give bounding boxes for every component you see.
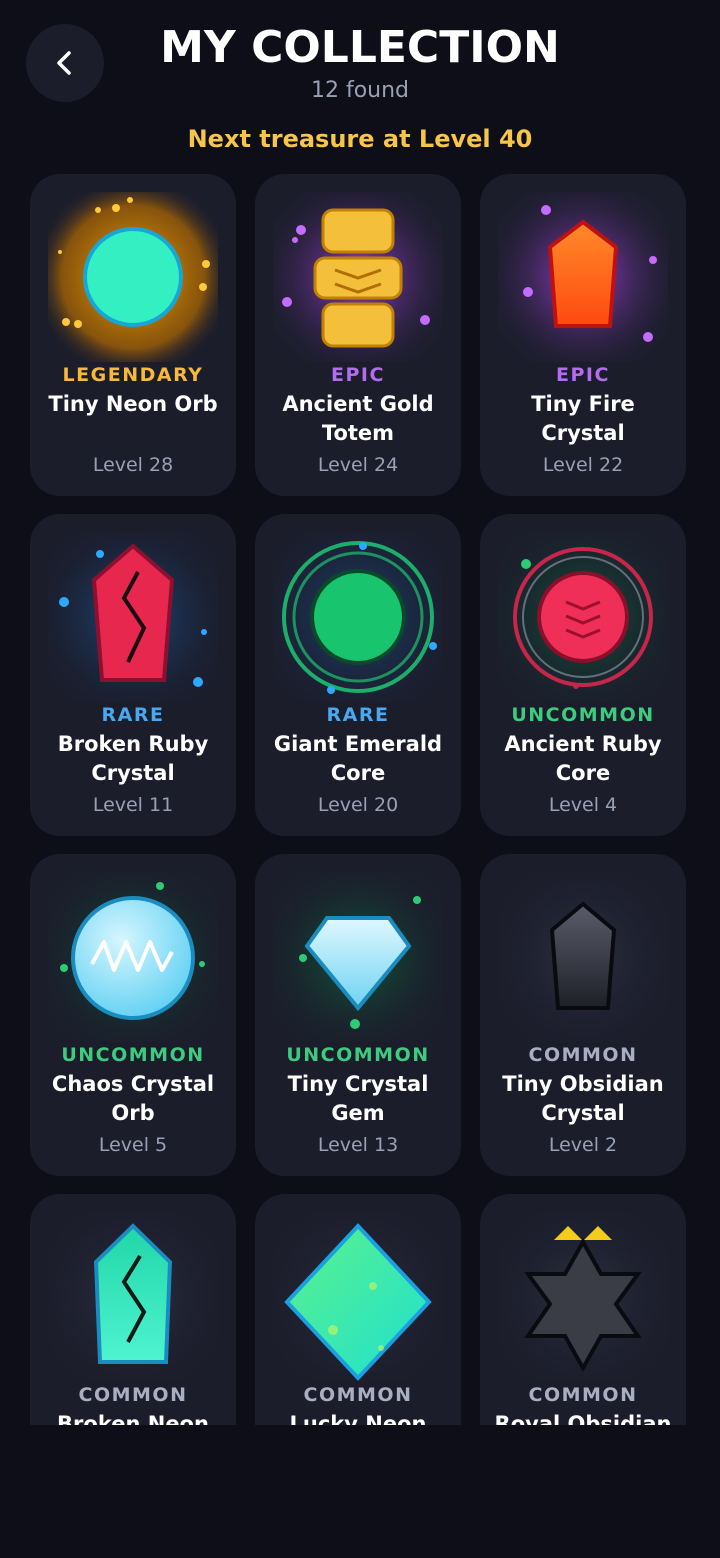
rarity-label: RARE <box>326 704 390 726</box>
item-name: Lucky Neon <box>289 1412 427 1425</box>
item-name: Chaos Crystal Orb <box>51 1072 215 1125</box>
item-level: Level 20 <box>317 794 399 816</box>
item-name: Ancient Ruby Core <box>504 732 662 785</box>
fire-crystal-icon <box>498 192 668 362</box>
item-name: Broken Neon <box>57 1412 209 1425</box>
item-name: Ancient Gold Totem <box>282 392 434 445</box>
crystal-orb-icon <box>48 872 218 1042</box>
collection-card[interactable]: RARE Giant Emerald Core Level 20 <box>255 514 461 836</box>
item-name: Royal Obsidian <box>494 1412 672 1425</box>
rarity-label: UNCOMMON <box>511 704 655 726</box>
rarity-label: EPIC <box>331 364 385 386</box>
item-level: Level 28 <box>92 454 174 476</box>
item-name: Broken Ruby Crystal <box>57 732 209 785</box>
rarity-label: COMMON <box>78 1384 188 1406</box>
ruby-crystal-icon <box>48 532 218 702</box>
rarity-label: LEGENDARY <box>62 364 204 386</box>
page-title: MY COLLECTION <box>160 22 560 73</box>
emerald-core-icon <box>273 532 443 702</box>
rarity-label: EPIC <box>556 364 610 386</box>
found-count: 12 found <box>310 78 410 103</box>
collection-card[interactable]: COMMON Royal Obsidian <box>480 1194 686 1425</box>
collection-card[interactable]: UNCOMMON Ancient Ruby Core Level 4 <box>480 514 686 836</box>
item-name: Tiny Obsidian Crystal <box>502 1072 664 1125</box>
diamond-gem-icon <box>273 872 443 1042</box>
collection-grid: LEGENDARY Tiny Neon Orb Level 28 EPIC An… <box>0 160 720 1425</box>
item-name: Giant Emerald Core <box>273 732 443 785</box>
rarity-label: COMMON <box>528 1044 638 1066</box>
collection-screen: MY COLLECTION 12 found Next treasure at … <box>0 0 720 1558</box>
collection-card[interactable]: COMMON Lucky Neon <box>255 1194 461 1425</box>
rarity-label: UNCOMMON <box>286 1044 430 1066</box>
gold-totem-icon <box>273 192 443 362</box>
rarity-label: COMMON <box>303 1384 413 1406</box>
neon-orb-icon <box>48 192 218 362</box>
collection-card[interactable]: EPIC Ancient Gold Totem Level 24 <box>255 174 461 496</box>
item-level: Level 5 <box>98 1134 168 1156</box>
rarity-label: UNCOMMON <box>61 1044 205 1066</box>
collection-card[interactable]: UNCOMMON Tiny Crystal Gem Level 13 <box>255 854 461 1176</box>
item-level: Level 24 <box>317 454 399 476</box>
item-level: Level 13 <box>317 1134 399 1156</box>
collection-card[interactable]: RARE Broken Ruby Crystal Level 11 <box>30 514 236 836</box>
obsidian-crystal-icon <box>498 872 668 1042</box>
item-level: Level 22 <box>542 454 624 476</box>
neon-diamond-icon <box>273 1212 443 1382</box>
item-name: Tiny Fire Crystal <box>531 392 635 445</box>
collection-card[interactable]: UNCOMMON Chaos Crystal Orb Level 5 <box>30 854 236 1176</box>
rarity-label: COMMON <box>528 1384 638 1406</box>
next-treasure-label: Next treasure at Level 40 <box>187 125 533 153</box>
obsidian-star-icon <box>498 1212 668 1382</box>
item-name: Tiny Crystal Gem <box>287 1072 429 1125</box>
item-level: Level 2 <box>548 1134 618 1156</box>
item-level: Level 4 <box>548 794 618 816</box>
ruby-core-icon <box>498 532 668 702</box>
collection-card[interactable]: COMMON Broken Neon <box>30 1194 236 1425</box>
item-level: Level 11 <box>92 794 174 816</box>
collection-card[interactable]: EPIC Tiny Fire Crystal Level 22 <box>480 174 686 496</box>
rarity-label: RARE <box>101 704 165 726</box>
item-name: Tiny Neon Orb <box>48 392 218 416</box>
neon-crystal-icon <box>48 1212 218 1382</box>
collection-card[interactable]: COMMON Tiny Obsidian Crystal Level 2 <box>480 854 686 1176</box>
collection-card[interactable]: LEGENDARY Tiny Neon Orb Level 28 <box>30 174 236 496</box>
